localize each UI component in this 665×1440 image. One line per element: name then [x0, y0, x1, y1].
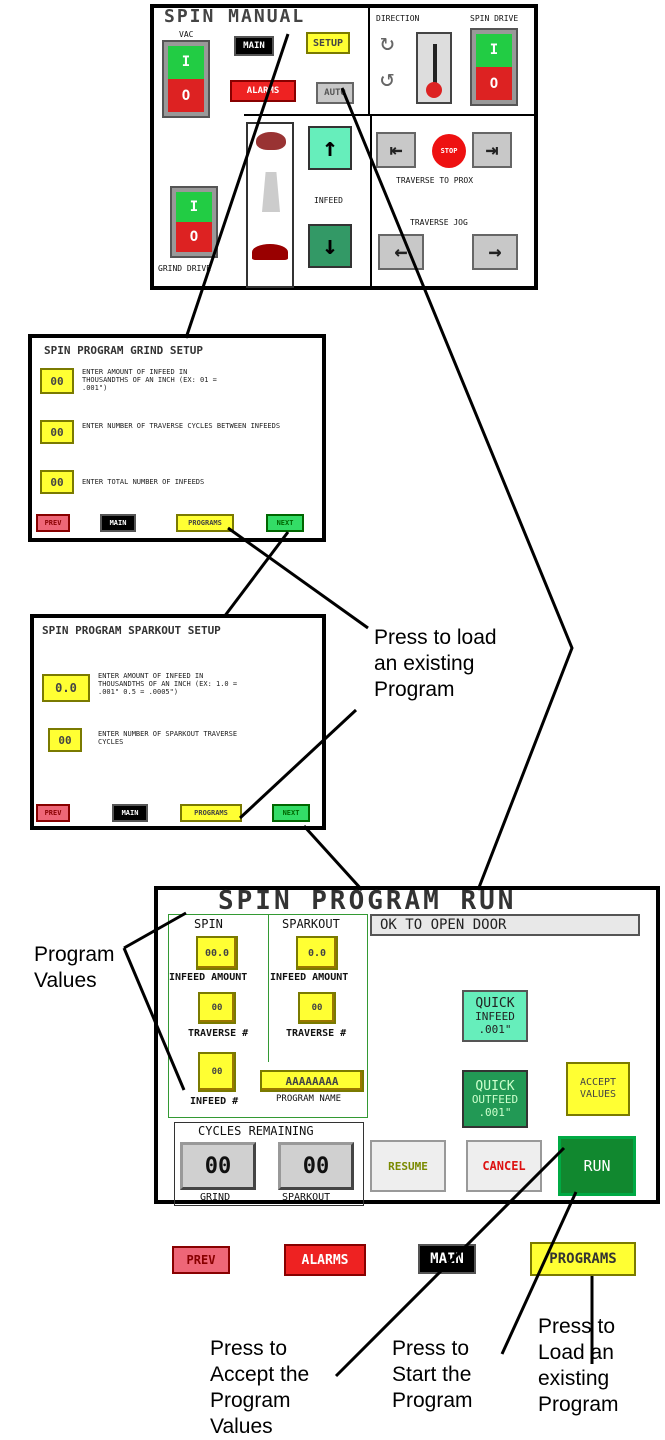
annotation-load-program: Press to load an existing Program: [374, 625, 497, 703]
annotation-line: Press to: [538, 1315, 616, 1338]
connector-lines: [122, 33, 594, 1378]
annotation-line: Program: [392, 1389, 473, 1412]
line-annotation-grind-programs: [227, 526, 369, 630]
annotation-line: Program: [374, 678, 455, 701]
line-program-values-a: [123, 911, 187, 950]
annotation-load: Press to Load an existing Program: [538, 1314, 619, 1418]
line-grind-next-to-sparkout: [222, 531, 290, 618]
annotation-line: Accept the: [210, 1363, 310, 1386]
annotation-line: Program: [538, 1393, 619, 1416]
line-auto-to-run: [340, 87, 574, 891]
annotation-program-values: Program Values: [34, 942, 115, 994]
annotation-line: Press to: [392, 1337, 470, 1360]
line-program-values-b: [122, 947, 186, 1091]
annotation-line: Program: [34, 943, 115, 966]
annotation-line: Values: [34, 969, 97, 992]
annotation-line: Start the: [392, 1363, 472, 1386]
annotation-line: Values: [210, 1415, 273, 1438]
annotation-line: an existing: [374, 652, 475, 675]
annotation-line: Press to: [210, 1337, 288, 1360]
annotation-line: existing: [538, 1367, 610, 1390]
line-setup-to-grind: [184, 33, 290, 339]
annotation-line: Program: [210, 1389, 291, 1412]
annotation-start: Press to Start the Program: [392, 1336, 473, 1414]
line-annotation-sparkout-programs: [238, 708, 358, 820]
annotation-accept: Press to Accept the Program Values: [210, 1336, 309, 1440]
annotation-line: Load an: [538, 1341, 614, 1364]
line-sparkout-next-to-run: [302, 824, 364, 892]
annotation-line: Press to load: [374, 626, 497, 649]
